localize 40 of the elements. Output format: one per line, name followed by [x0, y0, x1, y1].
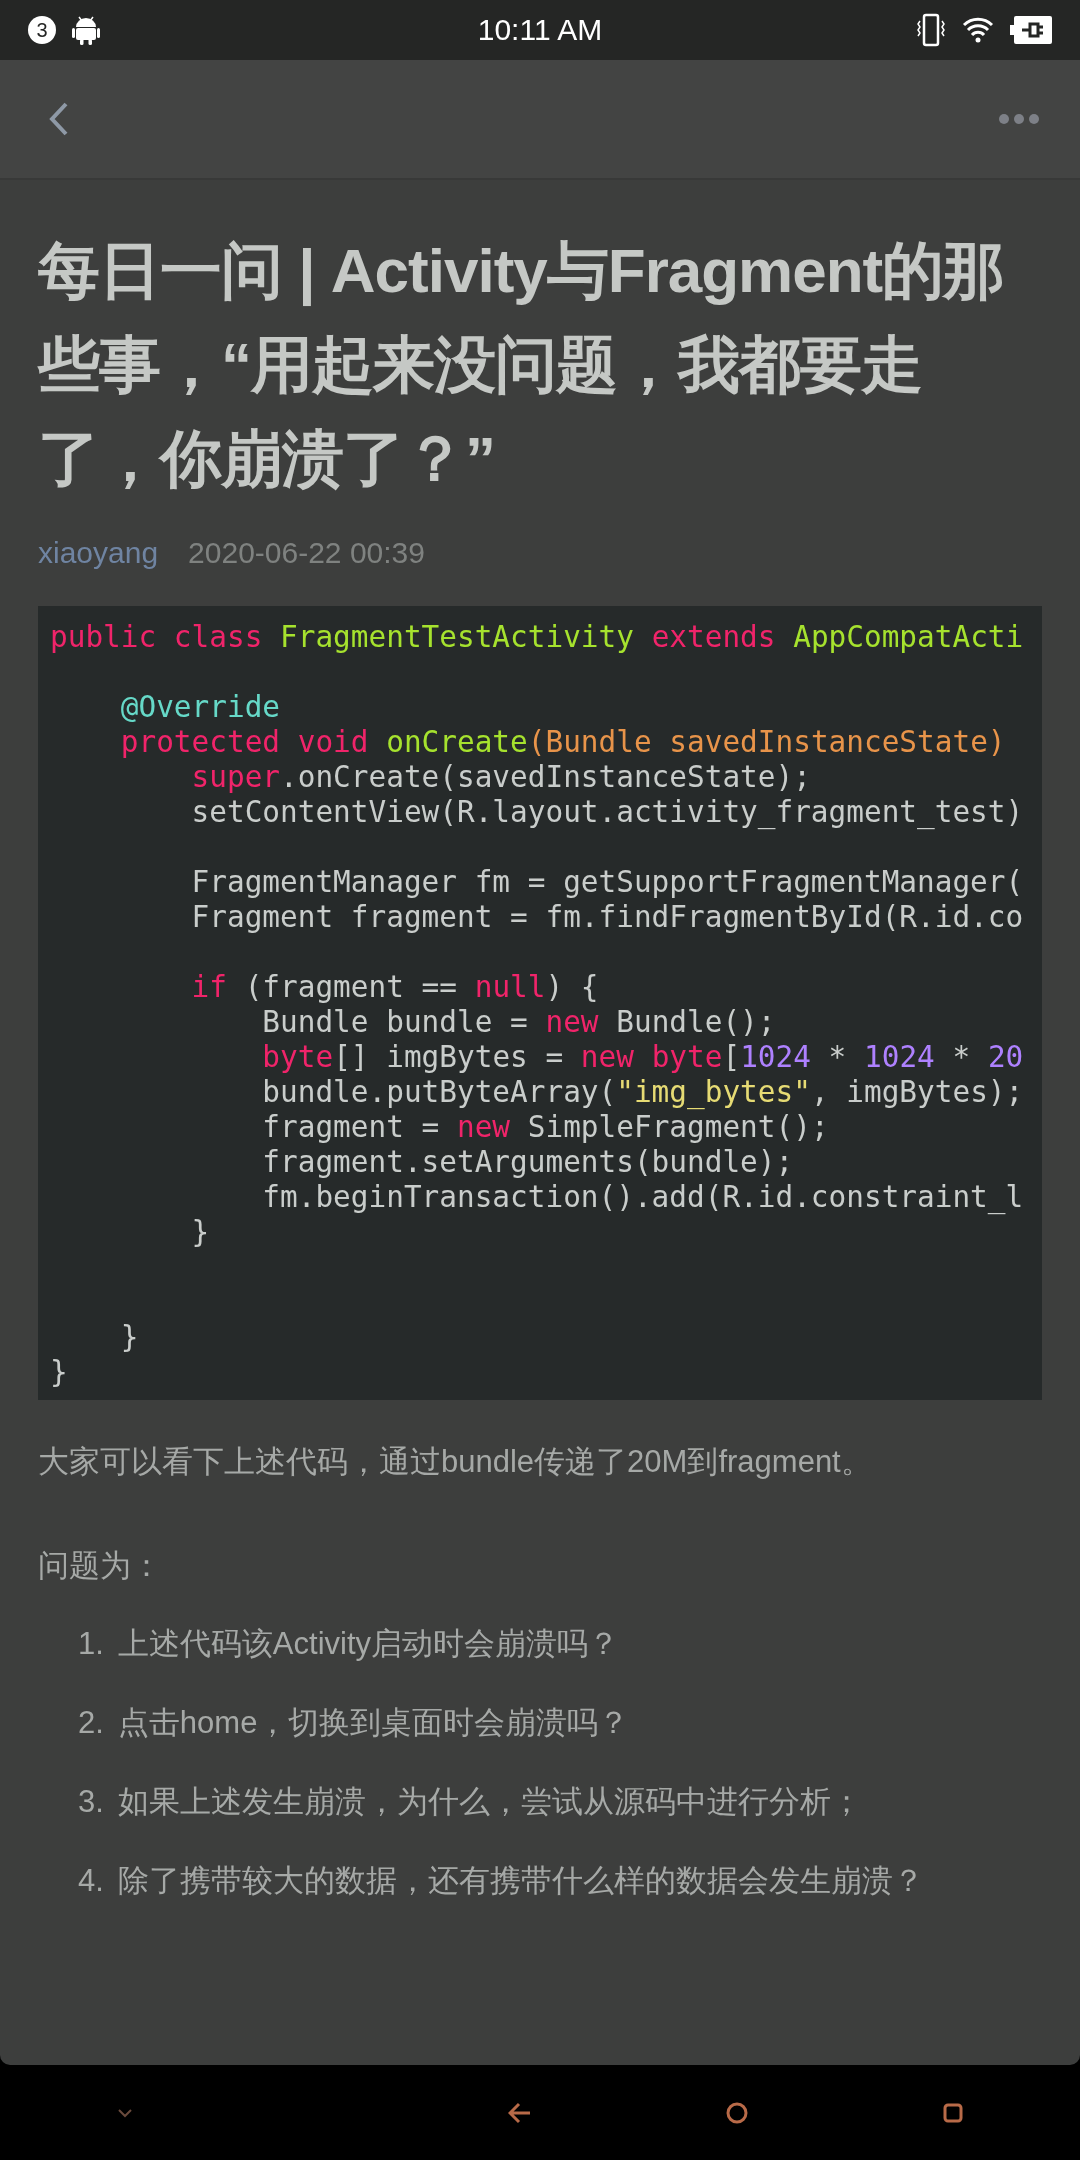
question-text: 如果上述发生崩溃，为什么，尝试从源码中进行分析； [117, 1783, 862, 1821]
notification-count: 3 [28, 16, 56, 44]
paragraph: 问题为： [38, 1547, 163, 1585]
article-title: 每日一问 | Activity与Fragment的那些事，“用起来没问题，我都要走了，你崩溃了？” [38, 235, 1006, 495]
wifi-icon [962, 17, 994, 43]
home-circle-icon[interactable] [726, 2101, 749, 2124]
code-line: FragmentManager fm = getSupportFragmentManager( [190, 865, 1025, 900]
question-text: 除了携带较大的数据，还有携带什么样的数据会发生崩溃？ [117, 1862, 924, 1900]
code-line: byte[] imgBytes = new byte[1024 * 1024 * 20 [261, 1040, 1025, 1075]
code-line: } [119, 1320, 140, 1355]
code-line: super.onCreate(savedInstanceState); [190, 760, 812, 795]
code-line: protected void onCreate(Bundle savedInstanceState) [119, 725, 1007, 760]
status-time: 10:11 AM [477, 13, 603, 47]
recents-square-icon[interactable] [942, 2102, 963, 2123]
android-icon [72, 15, 100, 45]
list-number: 1. [78, 1625, 104, 1663]
paragraph: 大家可以看下上述代码，通过bundle传递了20M到fragment。 [38, 1443, 873, 1481]
code-line: } [190, 1215, 211, 1250]
author-link[interactable]: xiaoyang [38, 536, 159, 570]
code-line: bundle.putByteArray("img_bytes", imgBytes); [261, 1075, 1025, 1110]
question-text: 上述代码该Activity启动时会崩溃吗？ [117, 1625, 620, 1663]
code-line: Fragment fragment = fm.findFragmentById(R.id.co [190, 900, 1025, 935]
code-line: fragment.setArguments(bundle); [261, 1145, 795, 1180]
back-arrow-icon[interactable] [507, 2101, 532, 2124]
question-text: 点击home，切换到桌面时会崩溃吗？ [117, 1704, 630, 1742]
code-line: if (fragment == null) { [190, 970, 600, 1005]
battery-charging-icon [1010, 16, 1052, 44]
list-number: 2. [78, 1704, 104, 1742]
code-line: Bundle bundle = new Bundle(); [261, 1005, 777, 1040]
code-line: fragment = new SimpleFragment(); [261, 1110, 830, 1145]
list-number: 3. [78, 1783, 104, 1821]
publish-date: 2020-06-22 00:39 [188, 536, 425, 570]
code-line: public class FragmentTestActivity extends AppCompatActi [50, 620, 1025, 655]
list-number: 4. [78, 1862, 104, 1900]
vibrate-icon [916, 13, 946, 47]
code-line: setContentView(R.layout.activity_fragment_test) [190, 795, 1025, 830]
chevron-down-icon[interactable] [117, 2107, 134, 2118]
code-line: } [50, 1355, 69, 1390]
code-line: @Override [119, 690, 282, 725]
code-line: fm.beginTransaction().add(R.id.constraint_l [261, 1180, 1025, 1215]
